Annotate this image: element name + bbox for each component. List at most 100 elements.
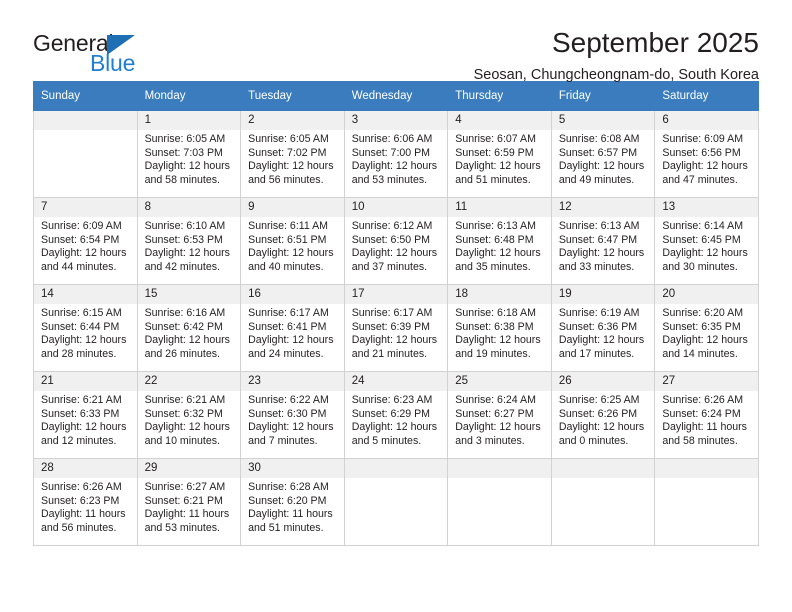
sunrise-text: Sunrise: 6:09 AM <box>41 220 122 233</box>
daylight-text: Daylight: 12 hours and 14 minutes. <box>662 334 748 360</box>
day-cell[interactable]: 22 Sunrise: 6:21 AM Sunset: 6:32 PM Dayl… <box>136 371 242 459</box>
day-details: Sunrise: 6:06 AM Sunset: 7:00 PM Dayligh… <box>345 130 448 187</box>
day-details: Sunrise: 6:17 AM Sunset: 6:41 PM Dayligh… <box>241 304 344 361</box>
sunset-text: Sunset: 7:03 PM <box>144 146 223 159</box>
day-cell[interactable]: 12 Sunrise: 6:13 AM Sunset: 6:47 PM Dayl… <box>550 197 656 285</box>
day-number <box>551 459 655 478</box>
day-cell[interactable]: 8 Sunrise: 6:10 AM Sunset: 6:53 PM Dayli… <box>136 197 242 285</box>
day-cell <box>343 458 449 546</box>
daylight-text: Daylight: 12 hours and 0 minutes. <box>558 421 645 447</box>
sunset-text: Sunset: 6:57 PM <box>558 146 638 159</box>
day-cell[interactable]: 27 Sunrise: 6:26 AM Sunset: 6:24 PM Dayl… <box>654 371 759 459</box>
daylight-text: Daylight: 12 hours and 56 minutes. <box>248 160 334 186</box>
day-number <box>34 111 137 130</box>
day-number: 5 <box>551 111 655 131</box>
day-cell[interactable]: 23 Sunrise: 6:22 AM Sunset: 6:30 PM Dayl… <box>240 371 345 459</box>
calendar-body: 1 Sunrise: 6:05 AM Sunset: 7:03 PM Dayli… <box>33 110 759 546</box>
day-cell[interactable]: 7 Sunrise: 6:09 AM Sunset: 6:54 PM Dayli… <box>33 197 138 285</box>
day-number: 7 <box>34 198 137 218</box>
daylight-text: Daylight: 12 hours and 53 minutes. <box>351 160 438 186</box>
daylight-text: Daylight: 12 hours and 5 minutes. <box>351 421 438 447</box>
sunrise-text: Sunrise: 6:26 AM <box>662 394 744 407</box>
sunrise-text: Sunrise: 6:22 AM <box>248 394 329 407</box>
day-number: 28 <box>34 459 137 479</box>
day-details: Sunrise: 6:13 AM Sunset: 6:48 PM Dayligh… <box>448 217 551 274</box>
day-cell[interactable]: 6 Sunrise: 6:09 AM Sunset: 6:56 PM Dayli… <box>654 110 759 198</box>
sunset-text: Sunset: 6:56 PM <box>662 146 741 159</box>
day-cell[interactable]: 2 Sunrise: 6:05 AM Sunset: 7:02 PM Dayli… <box>240 110 345 198</box>
daylight-text: Daylight: 12 hours and 44 minutes. <box>41 247 127 273</box>
day-details: Sunrise: 6:12 AM Sunset: 6:50 PM Dayligh… <box>345 217 448 274</box>
day-cell[interactable]: 20 Sunrise: 6:20 AM Sunset: 6:35 PM Dayl… <box>654 284 759 372</box>
sunrise-text: Sunrise: 6:24 AM <box>455 394 536 407</box>
day-cell[interactable]: 9 Sunrise: 6:11 AM Sunset: 6:51 PM Dayli… <box>240 197 345 285</box>
sunrise-text: Sunrise: 6:06 AM <box>351 133 433 146</box>
day-details: Sunrise: 6:27 AM Sunset: 6:21 PM Dayligh… <box>138 478 241 535</box>
day-cell[interactable]: 5 Sunrise: 6:08 AM Sunset: 6:57 PM Dayli… <box>550 110 656 198</box>
day-cell[interactable]: 21 Sunrise: 6:21 AM Sunset: 6:33 PM Dayl… <box>33 371 138 459</box>
daylight-text: Daylight: 12 hours and 42 minutes. <box>144 247 230 273</box>
sunset-text: Sunset: 6:38 PM <box>455 320 534 333</box>
day-cell[interactable]: 17 Sunrise: 6:17 AM Sunset: 6:39 PM Dayl… <box>343 284 449 372</box>
sunrise-text: Sunrise: 6:15 AM <box>41 307 122 320</box>
sunset-text: Sunset: 6:59 PM <box>455 146 534 159</box>
day-cell[interactable]: 3 Sunrise: 6:06 AM Sunset: 7:00 PM Dayli… <box>343 110 449 198</box>
day-cell[interactable]: 4 Sunrise: 6:07 AM Sunset: 6:59 PM Dayli… <box>447 110 552 198</box>
page-header: General Blue September 2025 Seosan, Chun… <box>33 0 759 84</box>
day-cell[interactable]: 25 Sunrise: 6:24 AM Sunset: 6:27 PM Dayl… <box>447 371 552 459</box>
day-details: Sunrise: 6:20 AM Sunset: 6:35 PM Dayligh… <box>655 304 758 361</box>
day-number <box>448 459 551 478</box>
day-number: 3 <box>344 111 448 131</box>
daylight-text: Daylight: 12 hours and 49 minutes. <box>558 160 645 186</box>
day-cell[interactable]: 14 Sunrise: 6:15 AM Sunset: 6:44 PM Dayl… <box>33 284 138 372</box>
sunrise-text: Sunrise: 6:13 AM <box>558 220 640 233</box>
day-details: Sunrise: 6:26 AM Sunset: 6:23 PM Dayligh… <box>34 478 137 535</box>
day-cell[interactable]: 30 Sunrise: 6:28 AM Sunset: 6:20 PM Dayl… <box>240 458 345 546</box>
day-cell <box>33 110 138 198</box>
logo-text-blue: Blue <box>90 50 136 76</box>
day-details: Sunrise: 6:11 AM Sunset: 6:51 PM Dayligh… <box>241 217 344 274</box>
day-cell[interactable]: 26 Sunrise: 6:25 AM Sunset: 6:26 PM Dayl… <box>550 371 656 459</box>
page-title: September 2025 <box>551 27 759 58</box>
day-details: Sunrise: 6:26 AM Sunset: 6:24 PM Dayligh… <box>655 391 758 448</box>
day-cell[interactable]: 11 Sunrise: 6:13 AM Sunset: 6:48 PM Dayl… <box>447 197 552 285</box>
day-number: 13 <box>655 198 758 218</box>
day-cell[interactable]: 19 Sunrise: 6:19 AM Sunset: 6:36 PM Dayl… <box>550 284 656 372</box>
weekday-header-friday: Friday <box>550 81 656 111</box>
sunset-text: Sunset: 6:44 PM <box>41 320 120 333</box>
day-number: 23 <box>241 372 344 392</box>
daylight-text: Daylight: 12 hours and 7 minutes. <box>248 421 334 447</box>
calendar-page: General Blue September 2025 Seosan, Chun… <box>0 0 792 612</box>
day-cell[interactable]: 16 Sunrise: 6:17 AM Sunset: 6:41 PM Dayl… <box>240 284 345 372</box>
sunset-text: Sunset: 6:53 PM <box>144 233 223 246</box>
day-cell[interactable]: 13 Sunrise: 6:14 AM Sunset: 6:45 PM Dayl… <box>654 197 759 285</box>
daylight-text: Daylight: 11 hours and 51 minutes. <box>248 508 333 534</box>
calendar-grid: Sunday Monday Tuesday Wednesday Thursday… <box>33 81 759 546</box>
day-number: 18 <box>448 285 551 305</box>
sunset-text: Sunset: 6:48 PM <box>455 233 534 246</box>
day-cell[interactable]: 18 Sunrise: 6:18 AM Sunset: 6:38 PM Dayl… <box>447 284 552 372</box>
sunset-text: Sunset: 6:50 PM <box>351 233 431 246</box>
day-cell[interactable]: 29 Sunrise: 6:27 AM Sunset: 6:21 PM Dayl… <box>136 458 242 546</box>
day-cell[interactable]: 10 Sunrise: 6:12 AM Sunset: 6:50 PM Dayl… <box>343 197 449 285</box>
day-cell[interactable]: 15 Sunrise: 6:16 AM Sunset: 6:42 PM Dayl… <box>136 284 242 372</box>
weekday-header-wednesday: Wednesday <box>343 81 449 111</box>
daylight-text: Daylight: 12 hours and 21 minutes. <box>351 334 438 360</box>
day-details: Sunrise: 6:28 AM Sunset: 6:20 PM Dayligh… <box>241 478 344 535</box>
sunrise-text: Sunrise: 6:16 AM <box>144 307 226 320</box>
day-details: Sunrise: 6:10 AM Sunset: 6:53 PM Dayligh… <box>138 217 241 274</box>
weekday-header-row: Sunday Monday Tuesday Wednesday Thursday… <box>33 81 759 111</box>
day-details: Sunrise: 6:05 AM Sunset: 7:02 PM Dayligh… <box>241 130 344 187</box>
day-number: 26 <box>551 372 655 392</box>
day-number: 1 <box>137 111 241 131</box>
day-cell[interactable]: 24 Sunrise: 6:23 AM Sunset: 6:29 PM Dayl… <box>343 371 449 459</box>
day-number: 20 <box>655 285 758 305</box>
day-details: Sunrise: 6:15 AM Sunset: 6:44 PM Dayligh… <box>34 304 137 361</box>
day-number: 6 <box>655 111 758 131</box>
daylight-text: Daylight: 12 hours and 47 minutes. <box>662 160 748 186</box>
day-cell[interactable]: 28 Sunrise: 6:26 AM Sunset: 6:23 PM Dayl… <box>33 458 138 546</box>
day-cell[interactable]: 1 Sunrise: 6:05 AM Sunset: 7:03 PM Dayli… <box>136 110 242 198</box>
sunrise-text: Sunrise: 6:17 AM <box>351 307 433 320</box>
title-block: September 2025 Seosan, Chungcheongnam-do… <box>474 28 759 84</box>
weekday-header-thursday: Thursday <box>447 81 552 111</box>
